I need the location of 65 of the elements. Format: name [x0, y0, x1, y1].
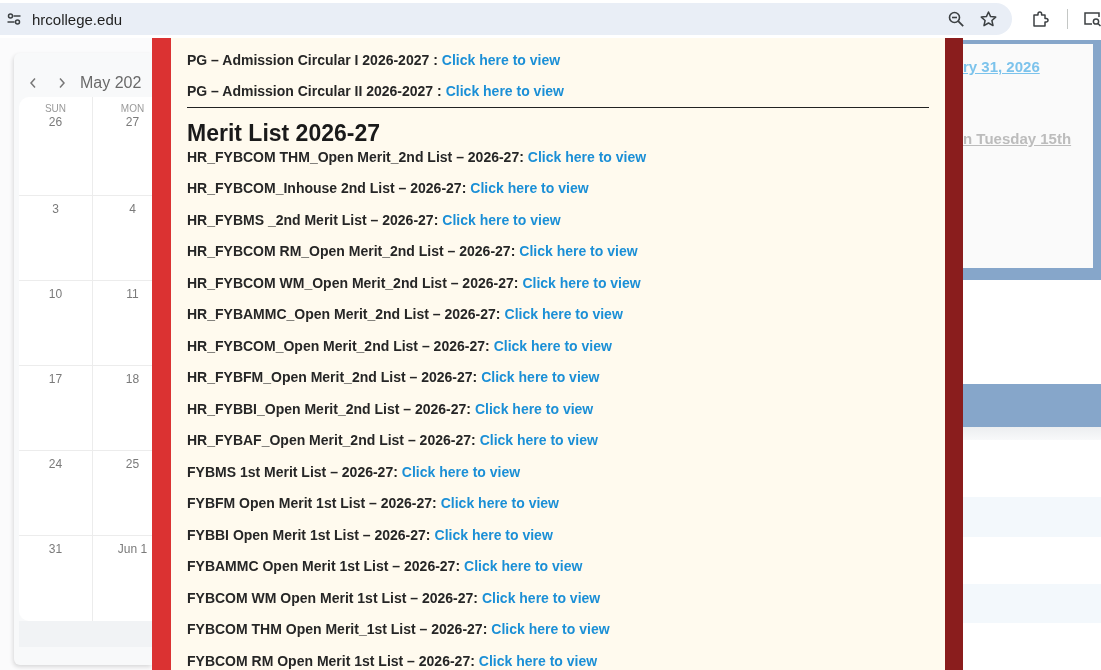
- chevron-left-icon[interactable]: [29, 76, 37, 89]
- day-number[interactable]: 25: [125, 457, 140, 472]
- merit-list-title: FYBBI Open Merit 1st List – 2026-27:: [187, 526, 431, 543]
- merit-list-title: HR_FYBAMMC_Open Merit_2nd List – 2026-27:: [187, 306, 501, 323]
- address-bar[interactable]: hrcollege.edu: [0, 3, 1012, 35]
- view-link[interactable]: Click here to view: [522, 274, 641, 291]
- month-title: May 202: [80, 73, 142, 92]
- view-link[interactable]: Click here to view: [442, 211, 561, 228]
- merit-list-title: FYBCOM THM Open Merit_1st List – 2026-27:: [187, 621, 488, 638]
- merit-list-title: HR_FYBAF_Open Merit_2nd List – 2026-27:: [187, 432, 476, 449]
- notice-title: PG – Admission Circular II 2026-2027 :: [187, 83, 442, 100]
- view-link[interactable]: Click here to view: [434, 526, 553, 543]
- view-link[interactable]: Click here to view: [464, 558, 583, 575]
- screen-search-icon[interactable]: [1083, 11, 1101, 27]
- view-link[interactable]: Click here to view: [475, 400, 594, 417]
- view-link[interactable]: Click here to view: [504, 306, 623, 323]
- merit-list-title: FYBFM Open Merit 1st List – 2026-27:: [187, 495, 437, 512]
- day-number[interactable]: 10: [48, 287, 63, 302]
- merit-list-title: HR_FYBCOM THM_Open Merit_2nd List – 2026-27:: [187, 148, 524, 165]
- day-number[interactable]: 11: [126, 287, 139, 302]
- puzzle-piece-icon[interactable]: [1032, 10, 1049, 28]
- url-text[interactable]: hrcollege.edu: [32, 10, 123, 28]
- merit-list-title: HR_FYBCOM_Inhouse 2nd List – 2026-27:: [187, 180, 467, 197]
- zoom-out-icon[interactable]: [948, 11, 964, 27]
- merit-list-title: FYBAMMC Open Merit 1st List – 2026-27:: [187, 558, 461, 575]
- view-link[interactable]: Click here to view: [493, 337, 612, 354]
- notice-title: PG – Admission Circular I 2026-2027 :: [187, 51, 438, 68]
- view-link[interactable]: Click here to view: [481, 369, 600, 386]
- view-link[interactable]: Click here to view: [440, 495, 559, 512]
- merit-list-title: FYBCOM RM Open Merit 1st List – 2026-27:: [187, 652, 475, 669]
- merit-list-title: FYBMS 1st Merit List – 2026-27:: [187, 463, 398, 480]
- weekday-label: MON: [120, 103, 145, 115]
- view-link[interactable]: Click here to view: [401, 463, 521, 480]
- merit-list-title: HR_FYBCOM WM_Open Merit_2nd List – 2026-27:: [187, 274, 519, 291]
- weekday-label: SUN: [44, 103, 67, 115]
- day-number[interactable]: 26: [48, 115, 63, 130]
- view-link[interactable]: Click here to view: [479, 432, 598, 449]
- view-link[interactable]: Click here to view: [527, 148, 647, 165]
- chevron-right-icon[interactable]: [58, 76, 66, 89]
- day-number[interactable]: 17: [48, 372, 63, 387]
- view-link[interactable]: Click here to view: [445, 83, 564, 100]
- merit-list-title: HR_FYBCOM RM_Open Merit_2nd List – 2026-27:: [187, 243, 516, 260]
- view-link[interactable]: Click here to view: [441, 51, 561, 68]
- day-number[interactable]: 4: [129, 202, 136, 217]
- notice-link[interactable]: ry 31, 2026: [963, 57, 1040, 77]
- merit-list-title: HR_FYBBI_Open Merit_2nd List – 2026-27:: [187, 400, 471, 417]
- notice-link[interactable]: n Tuesday 15th: [963, 129, 1072, 149]
- star-icon[interactable]: [980, 11, 997, 27]
- view-link[interactable]: Click here to view: [478, 652, 598, 669]
- day-number[interactable]: 27: [125, 115, 140, 130]
- day-number[interactable]: 3: [52, 202, 59, 217]
- view-link[interactable]: Click here to view: [519, 243, 638, 260]
- day-number[interactable]: 31: [48, 542, 63, 557]
- section-heading: Merit List 2026-27: [187, 120, 382, 146]
- view-link[interactable]: Click here to view: [491, 621, 610, 638]
- day-number[interactable]: 24: [48, 457, 63, 472]
- day-number[interactable]: 18: [125, 372, 140, 387]
- merit-list-title: FYBCOM WM Open Merit 1st List – 2026-27:: [187, 589, 478, 606]
- merit-list-title: HR_FYBMS _2nd Merit List – 2026-27:: [187, 211, 439, 228]
- view-link[interactable]: Click here to view: [470, 180, 589, 197]
- day-number[interactable]: Jun 1: [117, 542, 148, 557]
- view-link[interactable]: Click here to view: [481, 589, 601, 606]
- merit-list-title: HR_FYBCOM_Open Merit_2nd List – 2026-27:: [187, 337, 490, 354]
- merit-list-title: HR_FYBFM_Open Merit_2nd List – 2026-27:: [187, 369, 478, 386]
- site-settings-icon[interactable]: [7, 13, 21, 25]
